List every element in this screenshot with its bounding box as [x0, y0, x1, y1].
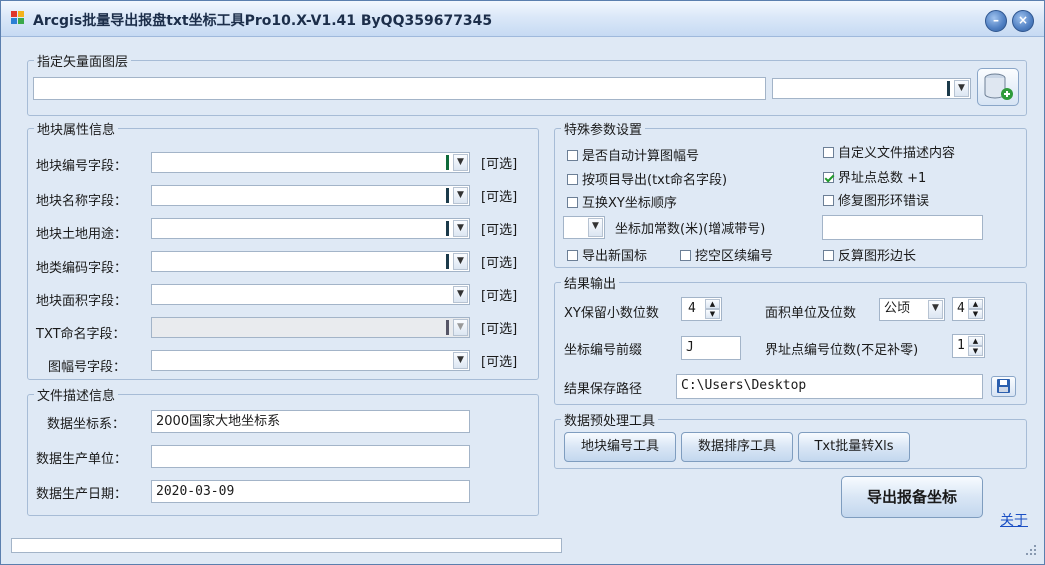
title-bar: Arcgis批量导出报盘txt坐标工具Pro10.X-V1.41 ByQQ359… — [1, 1, 1044, 37]
xy-decimals-spinner[interactable]: 4 ▲ ▼ — [681, 297, 722, 321]
producer-label: 数据生产单位： — [36, 452, 128, 467]
minimize-button[interactable]: – — [985, 10, 1007, 32]
optional-tag: [可选] — [481, 157, 518, 172]
parcel-name-combo[interactable]: ▼ — [151, 185, 470, 206]
txt-name-label: TXT命名字段： — [36, 327, 126, 342]
reverse-edge-checkbox[interactable]: 反算图形边长 — [823, 245, 916, 264]
production-date-label: 数据生产日期： — [36, 487, 128, 502]
swap-xy-checkbox[interactable]: 互换XY坐标顺序 — [567, 192, 677, 211]
layer-path-input[interactable] — [33, 77, 766, 100]
land-code-combo[interactable]: ▼ — [151, 251, 470, 272]
optional-tag: [可选] — [481, 256, 518, 271]
area-decimals-spinner[interactable]: 4 ▲ ▼ — [952, 297, 985, 321]
export-by-item-checkbox[interactable]: 按项目导出(txt命名字段) — [567, 169, 727, 188]
chevron-down-icon[interactable]: ▼ — [954, 80, 969, 97]
spin-up-icon[interactable]: ▲ — [968, 336, 983, 346]
file-desc-group-title: 文件描述信息 — [34, 385, 119, 404]
special-group-title: 特殊参数设置 — [561, 119, 646, 138]
floppy-disk-icon — [997, 379, 1010, 393]
save-button[interactable] — [991, 376, 1016, 397]
export-coordinates-button[interactable]: 导出报备坐标 — [841, 476, 983, 518]
chevron-down-icon[interactable]: ▼ — [453, 154, 468, 171]
layer-combo[interactable]: ▼ — [772, 78, 971, 99]
coord-const-combo[interactable]: ▼ — [563, 216, 605, 239]
database-add-icon — [984, 73, 1013, 100]
result-group-title: 结果输出 — [561, 273, 620, 292]
close-button[interactable]: × — [1012, 10, 1034, 32]
optional-tag: [可选] — [481, 223, 518, 238]
area-field-label: 地块面积字段： — [36, 294, 128, 309]
xy-decimals-label: XY保留小数位数 — [564, 306, 659, 321]
area-unit-label: 面积单位及位数 — [765, 306, 857, 321]
area-unit-combo[interactable]: 公顷 ▼ — [879, 298, 945, 321]
spin-down-icon[interactable]: ▼ — [705, 309, 720, 319]
coord-const-label: 坐标加常数(米)(增减带号) — [615, 222, 766, 237]
app-icon — [11, 11, 25, 25]
spin-down-icon[interactable]: ▼ — [968, 346, 983, 356]
coord-const-input[interactable] — [822, 215, 983, 240]
parcel-no-label: 地块编号字段： — [36, 159, 128, 174]
chevron-down-icon[interactable]: ▼ — [928, 300, 943, 319]
parcel-number-tool-button[interactable]: 地块编号工具 — [564, 432, 676, 462]
txt-to-xls-button[interactable]: Txt批量转Xls — [798, 432, 910, 462]
window-title: Arcgis批量导出报盘txt坐标工具Pro10.X-V1.41 ByQQ359… — [33, 13, 493, 29]
chevron-down-icon[interactable]: ▼ — [588, 218, 603, 237]
data-sort-tool-button[interactable]: 数据排序工具 — [681, 432, 793, 462]
land-use-combo[interactable]: ▼ — [151, 218, 470, 239]
layer-group-title: 指定矢量面图层 — [34, 51, 132, 70]
coord-system-input[interactable]: 2000国家大地坐标系 — [151, 410, 470, 433]
optional-tag: [可选] — [481, 289, 518, 304]
fix-ring-checkbox[interactable]: 修复图形环错误 — [823, 190, 929, 209]
chevron-down-icon[interactable]: ▼ — [453, 253, 468, 270]
sheet-no-label: 图幅号字段： — [48, 360, 127, 375]
land-use-label: 地块土地用途： — [36, 227, 128, 242]
land-code-label: 地类编码字段： — [36, 261, 128, 276]
optional-tag: [可选] — [481, 322, 518, 337]
optional-tag: [可选] — [481, 190, 518, 205]
custom-desc-checkbox[interactable]: 自定义文件描述内容 — [823, 142, 955, 161]
chevron-down-icon[interactable]: ▼ — [453, 352, 468, 369]
sheet-no-combo[interactable]: ▼ — [151, 350, 470, 371]
txt-name-combo[interactable]: ▼ — [151, 317, 470, 338]
optional-tag: [可选] — [481, 355, 518, 370]
point-digits-label: 界址点编号位数(不足补零) — [765, 343, 919, 358]
auto-sheet-checkbox[interactable]: 是否自动计算图幅号 — [567, 145, 699, 164]
about-link[interactable]: 关于 — [1000, 510, 1028, 530]
chevron-down-icon[interactable]: ▼ — [453, 286, 468, 303]
app-window: Arcgis批量导出报盘txt坐标工具Pro10.X-V1.41 ByQQ359… — [0, 0, 1045, 565]
attr-group-title: 地块属性信息 — [34, 119, 119, 138]
hole-number-checkbox[interactable]: 挖空区续编号 — [680, 245, 773, 264]
producer-input[interactable] — [151, 445, 470, 468]
chevron-down-icon[interactable]: ▼ — [453, 220, 468, 237]
resize-grip-icon[interactable] — [1025, 545, 1037, 557]
new-gb-checkbox[interactable]: 导出新国标 — [567, 245, 647, 264]
area-field-combo[interactable]: ▼ — [151, 284, 470, 305]
save-path-input[interactable]: C:\Users\Desktop — [676, 374, 983, 399]
progress-bar — [11, 538, 562, 553]
boundary-total-checkbox[interactable]: 界址点总数 +1 — [823, 167, 926, 186]
parcel-name-label: 地块名称字段： — [36, 194, 128, 209]
preprocess-group-title: 数据预处理工具 — [561, 410, 659, 429]
parcel-no-combo[interactable]: ▼ — [151, 152, 470, 173]
production-date-input[interactable]: 2020-03-09 — [151, 480, 470, 503]
add-layer-button[interactable] — [977, 68, 1019, 106]
prefix-label: 坐标编号前缀 — [564, 343, 643, 358]
spin-down-icon[interactable]: ▼ — [968, 309, 983, 319]
spin-up-icon[interactable]: ▲ — [968, 299, 983, 309]
chevron-down-icon[interactable]: ▼ — [453, 319, 468, 336]
chevron-down-icon[interactable]: ▼ — [453, 187, 468, 204]
prefix-input[interactable]: J — [681, 336, 741, 360]
save-path-label: 结果保存路径 — [564, 382, 643, 397]
point-digits-spinner[interactable]: 1 ▲ ▼ — [952, 334, 985, 358]
coord-system-label: 数据坐标系： — [47, 417, 126, 432]
spin-up-icon[interactable]: ▲ — [705, 299, 720, 309]
